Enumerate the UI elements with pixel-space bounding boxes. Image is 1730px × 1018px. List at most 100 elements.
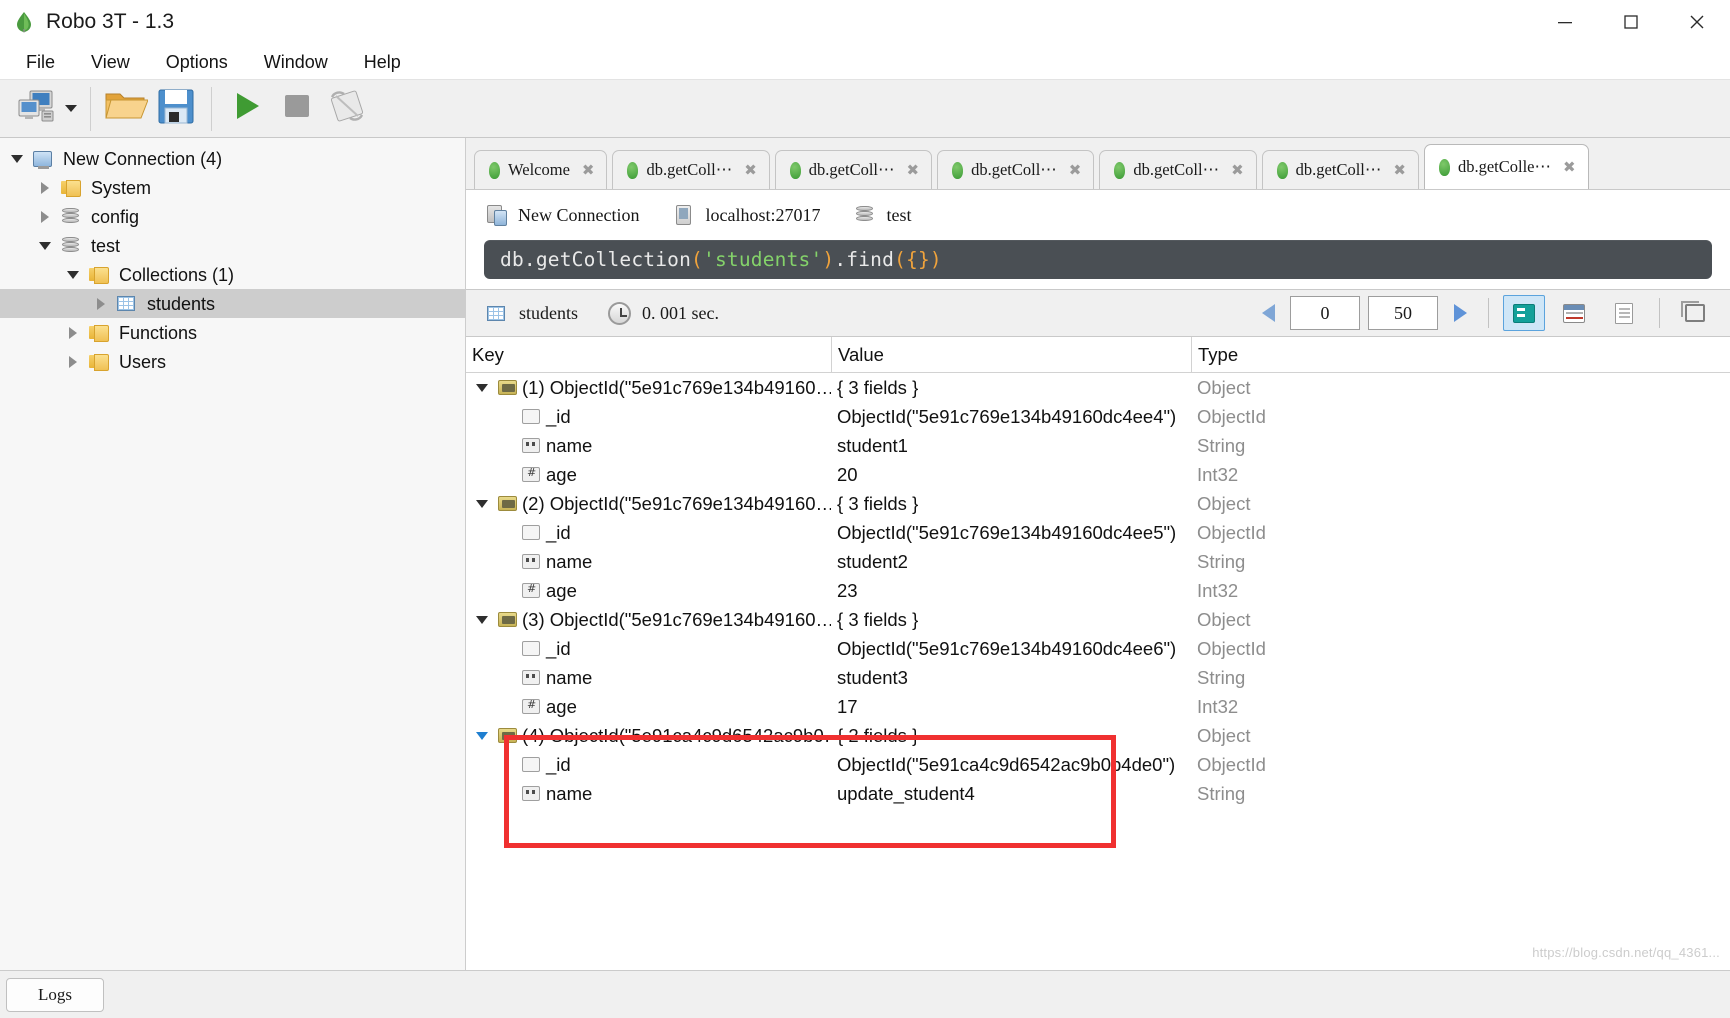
- table-row[interactable]: _id ObjectId("5e91c769e134b49160dc4ee6")…: [466, 634, 1730, 663]
- row-key-label: name: [546, 666, 593, 688]
- row-value-cell: student1: [837, 434, 908, 456]
- sidebar-item-new-connection[interactable]: New Connection (4): [0, 144, 465, 173]
- tab-close-icon[interactable]: ✖: [1393, 163, 1406, 178]
- close-button[interactable]: [1664, 0, 1730, 44]
- host-group[interactable]: localhost:27017: [671, 205, 820, 226]
- sidebar-item-label: Functions: [119, 322, 198, 343]
- object-icon: [494, 728, 520, 743]
- table-row[interactable]: _id ObjectId("5e91ca4c9d6542ac9b0b4de0")…: [466, 750, 1730, 779]
- table-row[interactable]: name student2 String: [466, 547, 1730, 576]
- tab-welcome[interactable]: Welcome ✖: [474, 150, 608, 189]
- connect-button[interactable]: [12, 84, 62, 134]
- execute-button[interactable]: [222, 84, 272, 134]
- expand-toggle[interactable]: [60, 318, 86, 347]
- prev-page-button[interactable]: [1254, 298, 1282, 328]
- expand-toggle[interactable]: [60, 347, 86, 376]
- menu-view[interactable]: View: [73, 48, 148, 76]
- tab-query-6-active[interactable]: db.getColle⋯ ✖: [1423, 144, 1589, 189]
- next-page-button[interactable]: [1446, 298, 1474, 328]
- expand-toggle[interactable]: [470, 615, 494, 624]
- sidebar-item-test[interactable]: test: [0, 231, 465, 260]
- table-row[interactable]: name student3 String: [466, 663, 1730, 692]
- limit-input[interactable]: 50: [1368, 296, 1438, 330]
- sidebar-item-students[interactable]: students: [0, 289, 465, 318]
- column-header-value[interactable]: Value: [831, 337, 1191, 372]
- connection-name-group[interactable]: New Connection: [484, 205, 639, 226]
- table-row[interactable]: (2) ObjectId("5e91c769e134b49160… { 3 fi…: [466, 489, 1730, 518]
- tab-close-icon[interactable]: ✖: [907, 163, 920, 178]
- table-row[interactable]: _id ObjectId("5e91c769e134b49160dc4ee4")…: [466, 402, 1730, 431]
- row-type-cell: String: [1197, 782, 1246, 804]
- row-value-cell: update_student4: [837, 782, 975, 804]
- text-view-button[interactable]: [1603, 295, 1645, 331]
- menu-window[interactable]: Window: [246, 48, 346, 76]
- minimize-button[interactable]: [1532, 0, 1598, 44]
- expand-toggle[interactable]: [470, 499, 494, 508]
- tab-close-icon[interactable]: ✖: [1231, 163, 1244, 178]
- chevron-right-icon: [69, 355, 77, 368]
- detach-view-button[interactable]: [1674, 295, 1716, 331]
- sidebar-item-config[interactable]: config: [0, 202, 465, 231]
- table-row[interactable]: (4) ObjectId("5e91ca4c9d6542ac9b0… { 2 f…: [466, 721, 1730, 750]
- skip-input[interactable]: 0: [1290, 296, 1360, 330]
- row-type-cell: String: [1197, 434, 1246, 456]
- table-row[interactable]: name student1 String: [466, 431, 1730, 460]
- expand-toggle[interactable]: [4, 144, 30, 173]
- maximize-button[interactable]: [1598, 0, 1664, 44]
- expand-toggle[interactable]: [60, 260, 86, 289]
- sidebar-item-users[interactable]: Users: [0, 347, 465, 376]
- connect-dropdown[interactable]: [62, 84, 80, 134]
- orientation-button[interactable]: [322, 84, 372, 134]
- menu-options[interactable]: Options: [148, 48, 246, 76]
- query-editor[interactable]: db.getCollection('students') .find({}): [484, 240, 1712, 279]
- open-script-button[interactable]: [101, 84, 151, 134]
- row-value-cell: 23: [837, 579, 858, 601]
- row-key-label: name: [546, 550, 593, 572]
- tab-query-1[interactable]: db.getColl⋯ ✖: [612, 150, 770, 189]
- table-row[interactable]: name update_student4 String: [466, 779, 1730, 808]
- tab-query-2[interactable]: db.getColl⋯ ✖: [774, 150, 933, 189]
- tab-close-icon[interactable]: ✖: [1069, 163, 1082, 178]
- tab-label: db.getColl⋯: [1295, 160, 1382, 180]
- table-view-button[interactable]: [1553, 295, 1595, 331]
- sidebar-item-label: System: [91, 177, 152, 198]
- table-row[interactable]: _id ObjectId("5e91c769e134b49160dc4ee5")…: [466, 518, 1730, 547]
- row-value-cell: student3: [837, 666, 908, 688]
- menu-file[interactable]: File: [8, 48, 73, 76]
- table-row[interactable]: age 17 Int32: [466, 692, 1730, 721]
- tree-view-button[interactable]: [1503, 295, 1545, 331]
- tab-query-3[interactable]: db.getColl⋯ ✖: [937, 150, 1095, 189]
- tab-query-5[interactable]: db.getColl⋯ ✖: [1261, 150, 1419, 189]
- expand-toggle[interactable]: [470, 731, 494, 740]
- logs-button[interactable]: Logs: [6, 977, 104, 1012]
- table-row[interactable]: age 20 Int32: [466, 460, 1730, 489]
- chevron-down-icon: [476, 615, 488, 624]
- row-value-cell: ObjectId("5e91c769e134b49160dc4ee5"): [837, 521, 1177, 543]
- expand-toggle[interactable]: [88, 289, 114, 318]
- expand-toggle[interactable]: [470, 383, 494, 392]
- row-value-cell: 20: [837, 463, 858, 485]
- menu-help[interactable]: Help: [346, 48, 419, 76]
- sidebar-item-functions[interactable]: Functions: [0, 318, 465, 347]
- row-type-cell: Object: [1197, 492, 1251, 514]
- expand-toggle[interactable]: [32, 173, 58, 202]
- tab-close-icon[interactable]: ✖: [1563, 160, 1576, 175]
- chevron-down-icon: [39, 241, 51, 250]
- string-icon: [518, 438, 544, 453]
- table-row[interactable]: age 23 Int32: [466, 576, 1730, 605]
- results-area: Key Value Type (1) ObjectId("5e91c769e13…: [466, 337, 1730, 970]
- column-header-type[interactable]: Type: [1191, 337, 1730, 372]
- tab-close-icon[interactable]: ✖: [582, 163, 595, 178]
- column-header-key[interactable]: Key: [466, 337, 831, 372]
- sidebar-item-collections[interactable]: Collections (1): [0, 260, 465, 289]
- stop-button[interactable]: [272, 84, 322, 134]
- expand-toggle[interactable]: [32, 202, 58, 231]
- database-group[interactable]: test: [852, 205, 911, 226]
- tab-query-4[interactable]: db.getColl⋯ ✖: [1099, 150, 1257, 189]
- save-script-button[interactable]: [151, 84, 201, 134]
- table-row[interactable]: (1) ObjectId("5e91c769e134b49160… { 3 fi…: [466, 373, 1730, 402]
- tab-close-icon[interactable]: ✖: [744, 163, 757, 178]
- sidebar-item-system[interactable]: System: [0, 173, 465, 202]
- table-row[interactable]: (3) ObjectId("5e91c769e134b49160… { 3 fi…: [466, 605, 1730, 634]
- expand-toggle[interactable]: [32, 231, 58, 260]
